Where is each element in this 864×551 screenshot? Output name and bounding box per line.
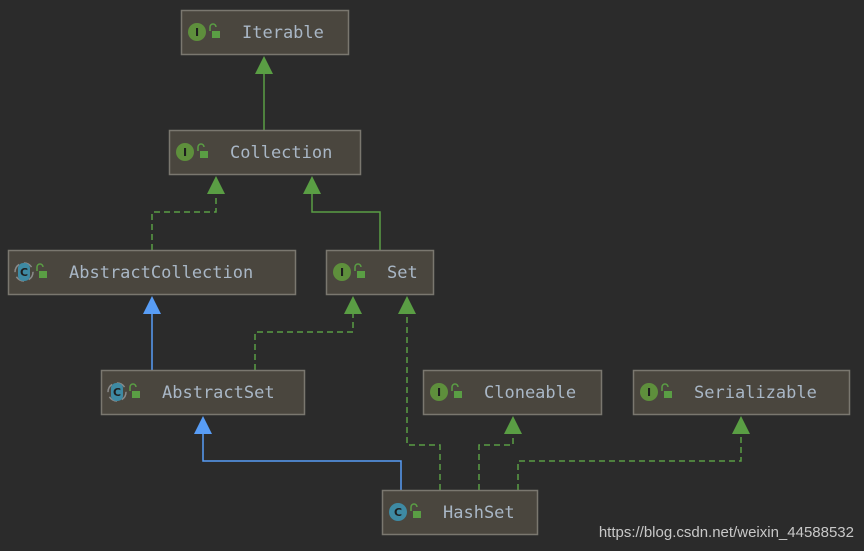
edge-abstractset-to-abstractcollection bbox=[143, 296, 161, 370]
svg-text:I: I bbox=[340, 266, 344, 279]
svg-text:C: C bbox=[113, 386, 121, 399]
interface-icon: I bbox=[176, 143, 194, 161]
interface-icon: I bbox=[333, 263, 351, 281]
node-collection[interactable]: I Collection bbox=[168, 129, 362, 176]
svg-text:C: C bbox=[394, 506, 402, 519]
node-abstractcollection[interactable]: C AbstractCollection bbox=[7, 249, 297, 296]
class-icon: C bbox=[389, 503, 407, 521]
edge-set-to-collection bbox=[303, 176, 381, 250]
node-abstractset[interactable]: C AbstractSet bbox=[100, 369, 306, 416]
class-diagram: I Iterable I Collection C AbstractCollection I… bbox=[7, 9, 851, 536]
arrowhead bbox=[143, 296, 161, 314]
node-label: Set bbox=[387, 263, 418, 283]
edge-collection-to-iterable bbox=[255, 56, 273, 130]
interface-icon: I bbox=[640, 383, 658, 401]
arrowhead bbox=[303, 176, 321, 194]
svg-text:I: I bbox=[183, 146, 187, 159]
node-set[interactable]: I Set bbox=[325, 249, 435, 296]
arrowhead bbox=[255, 56, 273, 74]
edge-hashset-to-serializable bbox=[517, 416, 750, 490]
arrowhead bbox=[207, 176, 225, 194]
node-label: Cloneable bbox=[484, 383, 576, 403]
svg-text:I: I bbox=[647, 386, 651, 399]
node-serializable[interactable]: I Serializable bbox=[632, 369, 851, 416]
interface-icon: I bbox=[188, 23, 206, 41]
edge-hashset-to-cloneable bbox=[478, 416, 522, 490]
node-label: Collection bbox=[230, 143, 332, 163]
node-label: Iterable bbox=[242, 23, 324, 43]
arrowhead bbox=[398, 296, 416, 314]
svg-text:I: I bbox=[437, 386, 441, 399]
arrowhead bbox=[344, 296, 362, 314]
node-hashset[interactable]: C HashSet bbox=[381, 489, 539, 536]
node-label: AbstractSet bbox=[162, 383, 275, 403]
arrowhead bbox=[732, 416, 750, 434]
arrowhead bbox=[504, 416, 522, 434]
node-iterable[interactable]: I Iterable bbox=[180, 9, 350, 56]
svg-text:C: C bbox=[20, 266, 28, 279]
arrowhead bbox=[194, 416, 212, 434]
node-cloneable[interactable]: I Cloneable bbox=[422, 369, 603, 416]
watermark: https://blog.csdn.net/weixin_44588532 bbox=[598, 524, 854, 541]
edge-abstractset-to-set bbox=[254, 296, 362, 370]
node-label: Serializable bbox=[694, 383, 817, 403]
interface-icon: I bbox=[430, 383, 448, 401]
edge-abstractcollection-to-collection bbox=[151, 176, 225, 250]
node-label: AbstractCollection bbox=[69, 263, 253, 283]
edge-hashset-to-abstractset bbox=[194, 416, 402, 490]
svg-text:I: I bbox=[195, 26, 199, 39]
node-label: HashSet bbox=[443, 503, 515, 523]
